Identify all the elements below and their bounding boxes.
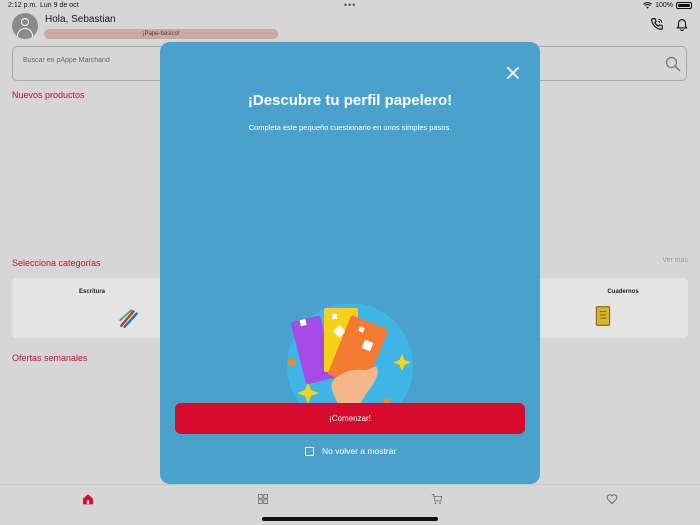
category-label: Cuadernos <box>607 289 639 295</box>
cart-icon[interactable] <box>431 493 443 505</box>
section-weekly-offers: Ofertas semanales <box>12 353 88 363</box>
category-card-escritura[interactable]: Escritura <box>12 278 172 338</box>
bell-icon[interactable] <box>675 17 689 31</box>
see-more-link[interactable]: Ver más <box>662 257 688 264</box>
status-right: 100% <box>643 2 692 9</box>
dont-show-checkbox[interactable] <box>305 446 314 456</box>
heart-icon[interactable] <box>606 493 618 505</box>
notebook-icon <box>595 306 611 326</box>
wifi-icon <box>643 2 653 9</box>
modal-title: ¡Descubre tu perfil papelero! <box>247 92 453 109</box>
multitask-dots-icon[interactable]: ••• <box>344 0 356 10</box>
dont-show-again-option[interactable]: No volver a mostrar <box>305 446 396 456</box>
home-icon[interactable] <box>82 493 94 505</box>
section-new-products: Nuevos productos <box>12 90 85 100</box>
status-date: Lun 9 de oct <box>40 2 79 9</box>
phone-icon[interactable] <box>650 17 664 31</box>
pens-icon <box>119 309 138 329</box>
battery-icon <box>676 2 692 9</box>
cards-in-hand-illustration <box>287 304 413 404</box>
profile-quiz-modal: ¡Descubre tu perfil papelero! Completa e… <box>160 42 540 484</box>
level-badge: ¡Pape-básico! <box>44 29 278 39</box>
grid-icon[interactable] <box>257 493 269 505</box>
search-icon[interactable] <box>665 56 681 72</box>
dont-show-label: No volver a mostrar <box>322 446 397 456</box>
home-indicator[interactable] <box>262 517 438 521</box>
greeting-text: Hola, Sebastian <box>45 14 116 25</box>
avatar[interactable] <box>12 13 38 39</box>
status-bar: 2:12 p.m. Lun 9 de oct ••• 100% <box>0 0 700 12</box>
section-categories: Selecciona categorías <box>12 258 101 268</box>
battery-percent: 100% <box>655 2 673 9</box>
modal-subtitle: Completa este pequeño cuestionario en un… <box>248 123 452 132</box>
category-card-cuadernos[interactable]: Cuadernos <box>528 278 688 338</box>
start-button[interactable]: ¡Comenzar! <box>175 403 525 434</box>
category-label: Escritura <box>78 289 105 295</box>
status-time: 2:12 p.m. <box>8 2 38 9</box>
close-icon[interactable] <box>506 66 520 80</box>
